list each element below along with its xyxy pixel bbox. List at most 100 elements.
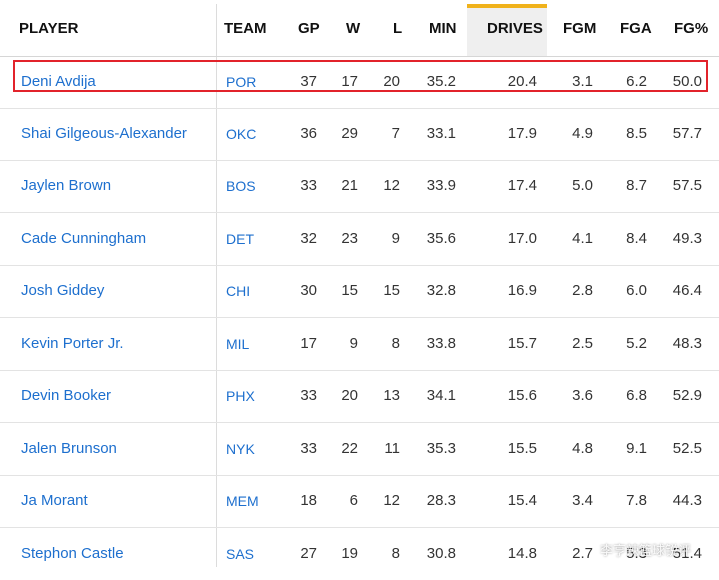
cell-fgp: 57.5: [672, 177, 702, 194]
cell-l: 13: [383, 387, 400, 404]
team-link[interactable]: NYK: [226, 441, 255, 457]
cell-fga: 9.1: [626, 440, 647, 457]
header-fgm[interactable]: FGM: [563, 20, 596, 37]
cell-fgm: 2.7: [572, 545, 593, 562]
team-link[interactable]: SAS: [226, 546, 254, 562]
cell-fgp: 52.5: [672, 440, 702, 457]
team-link[interactable]: OKC: [226, 126, 256, 142]
cell-drives: 17.9: [507, 125, 537, 142]
cell-min: 30.8: [426, 545, 456, 562]
cell-fgp: 52.9: [672, 387, 702, 404]
cell-fga: 8.7: [626, 177, 647, 194]
cell-fgm: 5.0: [572, 177, 593, 194]
cell-gp: 32: [300, 230, 317, 247]
table-row: Josh Giddey CHI 30 15 15 32.8 16.9 2.8 6…: [0, 265, 719, 318]
header-fgp[interactable]: FG%: [674, 20, 708, 37]
header-l[interactable]: L: [393, 20, 402, 37]
cell-fgp: 48.3: [672, 335, 702, 352]
drives-stats-table: PLAYER TEAM GP W L MIN DRIVES FGM FGA FG…: [0, 0, 719, 567]
player-link[interactable]: Josh Giddey: [21, 282, 104, 299]
cell-w: 9: [349, 335, 358, 352]
cell-fgm: 2.5: [572, 335, 593, 352]
cell-gp: 18: [300, 492, 317, 509]
header-team[interactable]: TEAM: [224, 20, 267, 37]
header-gp[interactable]: GP: [298, 20, 320, 37]
cell-l: 15: [383, 282, 400, 299]
cell-gp: 36: [300, 125, 317, 142]
cell-drives: 15.6: [507, 387, 537, 404]
cell-fgp: 49.3: [672, 230, 702, 247]
cell-min: 35.6: [426, 230, 456, 247]
player-link[interactable]: Ja Morant: [21, 492, 88, 509]
player-link[interactable]: Deni Avdija: [21, 73, 96, 90]
cell-gp: 33: [300, 177, 317, 194]
cell-w: 17: [341, 73, 358, 90]
cell-min: 35.3: [426, 440, 456, 457]
team-link[interactable]: MEM: [226, 493, 259, 509]
cell-fgp: 57.7: [672, 125, 702, 142]
cell-w: 19: [341, 545, 358, 562]
watermark: 李亨辣篮球锐评: [600, 543, 692, 558]
cell-fgp: 50.0: [672, 73, 702, 90]
cell-fgm: 4.8: [572, 440, 593, 457]
cell-gp: 37: [300, 73, 317, 90]
team-link[interactable]: CHI: [226, 283, 250, 299]
table-row: Shai Gilgeous-Alexander OKC 36 29 7 33.1…: [0, 108, 719, 161]
cell-fga: 6.2: [626, 73, 647, 90]
table-row: Kevin Porter Jr. MIL 17 9 8 33.8 15.7 2.…: [0, 318, 719, 371]
cell-l: 8: [391, 335, 400, 352]
header-w[interactable]: W: [346, 20, 360, 37]
cell-min: 35.2: [426, 73, 456, 90]
cell-drives: 17.0: [507, 230, 537, 247]
cell-w: 29: [341, 125, 358, 142]
cell-gp: 30: [300, 282, 317, 299]
header-min[interactable]: MIN: [429, 20, 457, 37]
team-link[interactable]: DET: [226, 231, 254, 247]
cell-l: 11: [384, 440, 400, 457]
cell-w: 23: [341, 230, 358, 247]
cell-fgp: 44.3: [672, 492, 702, 509]
player-link[interactable]: Jalen Brunson: [21, 440, 117, 457]
cell-fgm: 3.6: [572, 387, 593, 404]
player-link[interactable]: Devin Booker: [21, 387, 111, 404]
cell-w: 20: [341, 387, 358, 404]
cell-w: 6: [349, 492, 358, 509]
header-drives[interactable]: DRIVES: [487, 20, 543, 37]
cell-w: 15: [341, 282, 358, 299]
cell-min: 34.1: [426, 387, 456, 404]
cell-min: 33.9: [426, 177, 456, 194]
cell-l: 12: [383, 177, 400, 194]
team-link[interactable]: PHX: [226, 388, 255, 404]
player-link[interactable]: Cade Cunningham: [21, 230, 146, 247]
cell-drives: 15.4: [507, 492, 537, 509]
cell-fgm: 4.9: [572, 125, 593, 142]
table-row: Cade Cunningham DET 32 23 9 35.6 17.0 4.…: [0, 213, 719, 266]
cell-gp: 17: [300, 335, 317, 352]
player-link[interactable]: Jaylen Brown: [21, 177, 111, 194]
team-link[interactable]: BOS: [226, 178, 256, 194]
cell-drives: 16.9: [507, 282, 537, 299]
cell-l: 9: [391, 230, 400, 247]
cell-l: 12: [383, 492, 400, 509]
cell-fga: 6.8: [626, 387, 647, 404]
cell-gp: 33: [300, 440, 317, 457]
cell-fga: 6.0: [626, 282, 647, 299]
team-link[interactable]: POR: [226, 74, 256, 90]
cell-l: 7: [391, 125, 400, 142]
cell-gp: 27: [300, 545, 317, 562]
cell-min: 33.8: [426, 335, 456, 352]
player-link[interactable]: Shai Gilgeous-Alexander: [21, 125, 187, 142]
team-link[interactable]: MIL: [226, 336, 249, 352]
table-row: Jalen Brunson NYK 33 22 11 35.3 15.5 4.8…: [0, 423, 719, 476]
header-player[interactable]: PLAYER: [19, 20, 78, 37]
cell-w: 22: [341, 440, 358, 457]
table-row: Jaylen Brown BOS 33 21 12 33.9 17.4 5.0 …: [0, 160, 719, 213]
player-link[interactable]: Stephon Castle: [21, 545, 124, 562]
cell-fgm: 3.4: [572, 492, 593, 509]
header-fga[interactable]: FGA: [620, 20, 652, 37]
cell-fgm: 4.1: [572, 230, 593, 247]
cell-drives: 15.5: [507, 440, 537, 457]
player-link[interactable]: Kevin Porter Jr.: [21, 335, 124, 352]
cell-fgm: 3.1: [572, 73, 593, 90]
cell-w: 21: [341, 177, 358, 194]
